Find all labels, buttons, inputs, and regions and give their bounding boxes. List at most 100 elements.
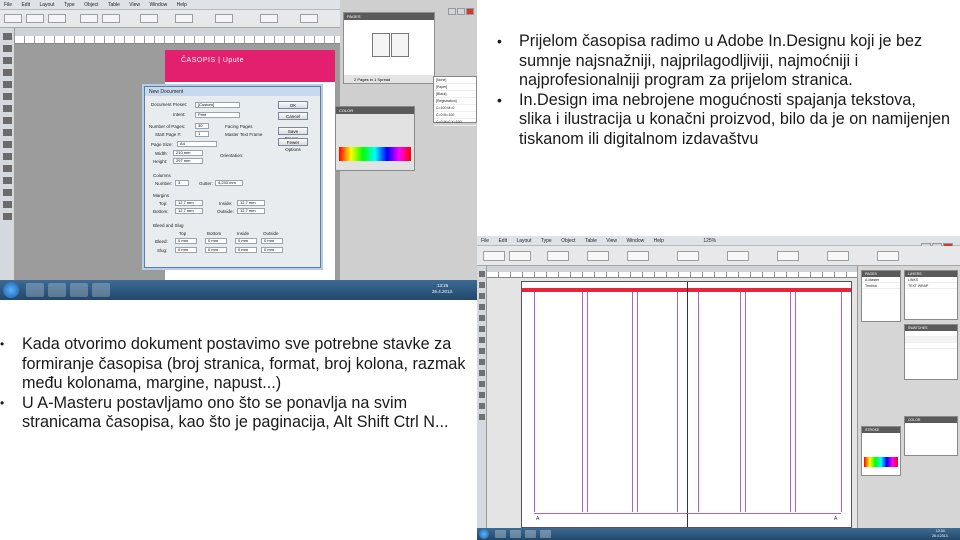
taskbar-app-icon[interactable]: [510, 530, 521, 538]
page-tool-icon[interactable]: [2, 57, 12, 64]
toolbar-field[interactable]: [827, 251, 849, 261]
page-size-select[interactable]: A4: [177, 141, 217, 147]
page-thumbnail[interactable]: [391, 33, 409, 57]
toolbar-field[interactable]: [587, 251, 609, 261]
zoom-tool-icon[interactable]: [2, 213, 12, 220]
selection-tool-icon[interactable]: [478, 271, 485, 277]
bleed-inside-input[interactable]: 0 mm: [235, 238, 257, 244]
menu-edit[interactable]: Edit: [17, 0, 34, 8]
rectangle-frame-tool-icon[interactable]: [2, 117, 12, 124]
direct-selection-tool-icon[interactable]: [478, 282, 485, 288]
transform-tool-icon[interactable]: [478, 381, 485, 387]
menu-table[interactable]: Table: [581, 236, 601, 244]
bleed-bottom-input[interactable]: 0 mm: [205, 238, 227, 244]
height-input[interactable]: 297 mm: [173, 158, 203, 164]
menu-layout[interactable]: Layout: [35, 0, 58, 8]
menu-file[interactable]: File: [0, 0, 16, 8]
menu-help[interactable]: Help: [173, 0, 191, 8]
rectangle-tool-icon[interactable]: [2, 129, 12, 136]
slug-outside-input[interactable]: 0 mm: [261, 247, 283, 253]
toolbar-field[interactable]: [509, 251, 531, 261]
taskbar-app-icon[interactable]: [48, 283, 66, 297]
master-text-frame-checkbox[interactable]: Master Text Frame: [225, 132, 262, 137]
toolbar-field[interactable]: [777, 251, 799, 261]
swatch-item[interactable]: [905, 343, 957, 349]
columns-number-input[interactable]: 3: [175, 180, 189, 186]
toolbar-field[interactable]: [80, 14, 98, 23]
taskbar-app-icon[interactable]: [495, 530, 506, 538]
swatch-item[interactable]: [Paper]: [434, 84, 476, 91]
cancel-button[interactable]: Cancel: [278, 112, 308, 120]
toolbar-field[interactable]: [140, 14, 158, 23]
menu-table[interactable]: Table: [104, 0, 124, 8]
master-item-value[interactable]: Tredina: [862, 283, 900, 289]
toolbar-field[interactable]: [677, 251, 699, 261]
menu-object[interactable]: Object: [557, 236, 579, 244]
slug-bottom-input[interactable]: 0 mm: [205, 247, 227, 253]
menu-help[interactable]: Help: [650, 236, 668, 244]
scissors-tool-icon[interactable]: [478, 370, 485, 376]
swatch-item[interactable]: C=0 M=0 Y=100: [434, 119, 476, 126]
taskbar-app-icon[interactable]: [525, 530, 536, 538]
toolbar-field[interactable]: [547, 251, 569, 261]
toolbar-field[interactable]: [300, 14, 318, 23]
transform-tool-icon[interactable]: [2, 153, 12, 160]
menu-layout[interactable]: Layout: [512, 236, 535, 244]
type-tool-icon[interactable]: [478, 304, 485, 310]
color-spectrum[interactable]: [339, 147, 411, 161]
start-page-input[interactable]: 1: [195, 131, 209, 137]
toolbar-field[interactable]: [26, 14, 44, 23]
gradient-tool-icon[interactable]: [2, 165, 12, 172]
pencil-tool-icon[interactable]: [478, 337, 485, 343]
direct-selection-tool-icon[interactable]: [2, 45, 12, 52]
menu-file[interactable]: File: [477, 236, 493, 244]
toolbar-field[interactable]: [877, 251, 899, 261]
toolbar-field[interactable]: [4, 14, 22, 23]
menu-type[interactable]: Type: [60, 0, 79, 8]
taskbar-app-icon[interactable]: [70, 283, 88, 297]
text-wrap-panel-tab[interactable]: TEXT WRAP: [905, 283, 957, 289]
document-preset-select[interactable]: [Custom]: [195, 102, 240, 108]
gutter-input[interactable]: 4,233 mm: [215, 180, 243, 186]
pen-tool-icon[interactable]: [2, 93, 12, 100]
toolbar-field[interactable]: [483, 251, 505, 261]
color-spectrum[interactable]: [864, 457, 898, 467]
document-tab[interactable]: [15, 28, 340, 36]
swatch-item[interactable]: [Black]: [434, 91, 476, 98]
toolbar-field[interactable]: [627, 251, 649, 261]
toolbar-field[interactable]: [48, 14, 66, 23]
menu-window[interactable]: Window: [622, 236, 648, 244]
hand-tool-icon[interactable]: [478, 403, 485, 409]
toolbar-field[interactable]: [260, 14, 278, 23]
gradient-tool-icon[interactable]: [478, 392, 485, 398]
rectangle-tool-icon[interactable]: [478, 359, 485, 365]
taskbar-app-icon[interactable]: [540, 530, 551, 538]
outside-margin-input[interactable]: 12,7 mm: [237, 208, 265, 214]
swatch-item[interactable]: [Registration]: [434, 98, 476, 105]
intent-select[interactable]: Print: [195, 112, 240, 118]
zoom-level[interactable]: 125%: [699, 236, 720, 244]
type-tool-icon[interactable]: [2, 69, 12, 76]
close-icon[interactable]: [466, 8, 474, 15]
bleed-top-input[interactable]: 0 mm: [175, 238, 197, 244]
toolbar-field[interactable]: [215, 14, 233, 23]
menu-view[interactable]: View: [125, 0, 144, 8]
maximize-icon[interactable]: [457, 8, 465, 15]
page-thumbnail[interactable]: [372, 33, 390, 57]
swatch-item[interactable]: [None]: [434, 77, 476, 84]
menu-type[interactable]: Type: [537, 236, 556, 244]
taskbar-app-icon[interactable]: [26, 283, 44, 297]
fewer-options-button[interactable]: Fewer Options: [278, 138, 308, 152]
toolbar-field[interactable]: [175, 14, 193, 23]
menu-view[interactable]: View: [602, 236, 621, 244]
inside-margin-input[interactable]: 12,7 mm: [237, 200, 265, 206]
number-of-pages-input[interactable]: 30: [195, 123, 209, 129]
slug-inside-input[interactable]: 0 mm: [235, 247, 257, 253]
save-preset-button[interactable]: Save Preset...: [278, 127, 308, 141]
menu-object[interactable]: Object: [80, 0, 102, 8]
swatch-item[interactable]: C=0 M=100: [434, 112, 476, 119]
start-button-icon[interactable]: [479, 529, 489, 539]
bottom-margin-input[interactable]: 12,7 mm: [175, 208, 203, 214]
toolbar-field[interactable]: [102, 14, 120, 23]
line-tool-icon[interactable]: [2, 81, 12, 88]
